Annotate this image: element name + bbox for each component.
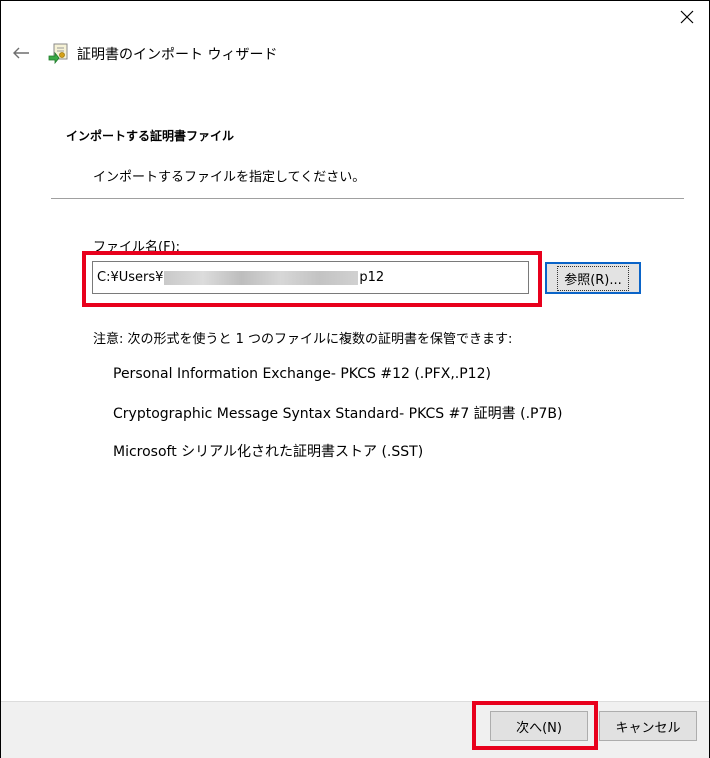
highlight-file-input <box>82 251 542 307</box>
back-button[interactable] <box>8 40 34 66</box>
browse-button[interactable]: 参照(R)... <box>545 262 641 294</box>
format-note: 注意: 次の形式を使うと 1 つのファイルに複数の証明書を保管できます: <box>93 332 513 347</box>
back-arrow-icon <box>13 47 29 59</box>
close-icon <box>680 10 694 24</box>
page-heading: インポートする証明書ファイル <box>66 129 235 143</box>
page-subheading: インポートするファイルを指定してください。 <box>93 170 366 185</box>
header-separator <box>51 198 684 199</box>
wizard-title: 証明書のインポート ウィザード <box>77 47 278 63</box>
format-item-sst: Microsoft シリアル化された証明書ストア (.SST) <box>113 444 424 460</box>
format-item-pfx: Personal Information Exchange- PKCS #12 … <box>113 366 491 382</box>
browse-button-label: 参照(R)... <box>557 265 629 291</box>
format-item-p7b: Cryptographic Message Syntax Standard- P… <box>113 406 563 422</box>
certificate-wizard-icon <box>48 43 68 64</box>
highlight-next-button <box>472 701 598 750</box>
cancel-button[interactable]: キャンセル <box>599 711 697 741</box>
close-button[interactable] <box>664 0 710 34</box>
